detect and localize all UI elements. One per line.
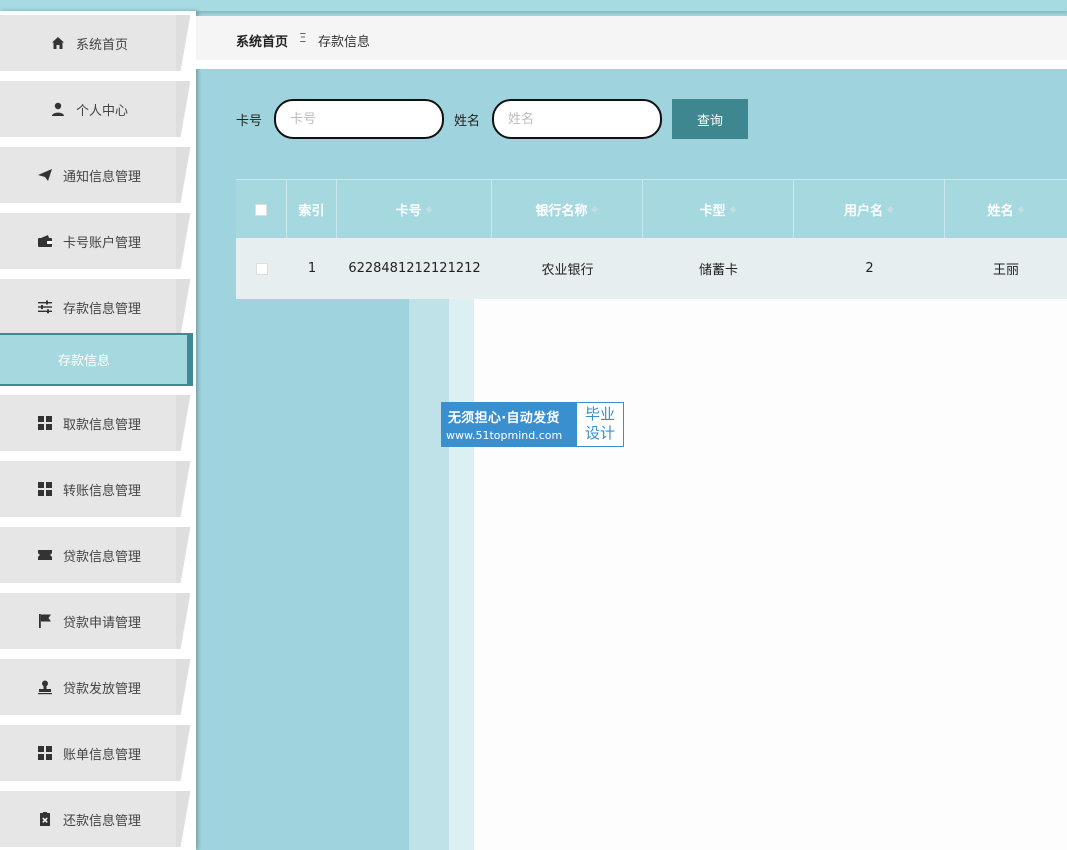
sidebar-item-label: 账单信息管理 (62, 747, 141, 763)
sort-icon[interactable]: ◆ (887, 205, 894, 215)
select-all-cell (236, 180, 287, 239)
top-bar (0, 0, 1067, 11)
cell-card-number: 6228481212121212 (348, 261, 481, 276)
card-number-input[interactable] (274, 99, 444, 139)
sidebar-item-label: 贷款申请管理 (62, 615, 141, 631)
sidebar-item-label: 个人中心 (75, 103, 128, 119)
name-label: 姓名 (454, 114, 481, 129)
table-row[interactable]: 1 6228481212121212 农业银行 储蓄卡 2 王丽 (236, 238, 1067, 299)
cell-bank-name: 农业银行 (541, 263, 594, 278)
breadcrumb-home[interactable]: 系统首页 (236, 31, 288, 50)
column-header-username[interactable]: 用户名 ◆ (794, 180, 945, 239)
stamp-icon (37, 679, 53, 695)
table-header: 索引 卡号 ◆ 银行名称 ◆ 卡型 ◆ 用户名 ◆ 姓名 ◆ (236, 179, 1067, 239)
column-header-card-number[interactable]: 卡号 ◆ (337, 180, 492, 239)
header-divider (196, 60, 1067, 69)
sidebar-item[interactable]: 个人中心 (0, 81, 195, 137)
flag-icon (37, 613, 53, 629)
sidebar-item[interactable]: 卡号账户管理 (0, 213, 195, 269)
sidebar-item[interactable]: 取款信息管理 (0, 395, 195, 451)
grid-icon (37, 745, 53, 761)
grid-icon (37, 481, 53, 497)
ticket-icon (37, 547, 53, 563)
sidebar-item-label: 还款信息管理 (62, 813, 141, 829)
sidebar-item-label: 卡号账户管理 (62, 235, 141, 251)
breadcrumb: 系统首页 Ξ 存款信息 (196, 16, 1067, 60)
sliders-icon (37, 299, 53, 315)
clipboard-x-icon (37, 811, 53, 827)
watermark-url: www.51topmind.com (446, 429, 563, 442)
sidebar-item[interactable]: 系统首页 (0, 15, 195, 71)
sidebar-item-label: 取款信息管理 (62, 417, 141, 433)
sidebar-subitem-deposit-info[interactable]: 存款信息 (0, 333, 193, 386)
watermark-slogan: 无须担心·自动发货 (448, 411, 560, 426)
sidebar-item[interactable]: 贷款申请管理 (0, 593, 195, 649)
user-icon (50, 101, 66, 117)
sidebar-subitem-label: 存款信息 (58, 354, 111, 369)
sidebar-item[interactable]: 还款信息管理 (0, 791, 195, 847)
column-header-bank-name[interactable]: 银行名称 ◆ (492, 180, 643, 239)
watermark-tag-2: 设计 (584, 424, 615, 442)
card-number-label: 卡号 (236, 114, 263, 129)
cell-card-type: 储蓄卡 (698, 263, 738, 278)
select-all-checkbox[interactable] (255, 203, 267, 216)
panel-decoration (409, 299, 449, 850)
sort-icon[interactable]: ◆ (730, 205, 737, 215)
table-panel (474, 299, 1067, 850)
sidebar-item-label: 通知信息管理 (62, 169, 141, 185)
sidebar-item[interactable]: 贷款信息管理 (0, 527, 195, 583)
panel-decoration (449, 299, 474, 850)
name-input[interactable] (492, 99, 662, 139)
watermark-badge: 无须担心·自动发货 www.51topmind.com 毕业 设计 (441, 402, 624, 447)
breadcrumb-separator: Ξ (299, 31, 307, 45)
sidebar-item[interactable]: 转账信息管理 (0, 461, 195, 517)
sidebar-item-label: 系统首页 (75, 37, 128, 53)
query-button[interactable]: 查询 (672, 99, 748, 139)
watermark-tag-1: 毕业 (584, 405, 615, 423)
sort-icon[interactable]: ◆ (592, 205, 599, 215)
column-header-card-type[interactable]: 卡型 ◆ (643, 180, 794, 239)
sidebar-item[interactable]: 账单信息管理 (0, 725, 195, 781)
column-header-index: 索引 (287, 180, 337, 239)
column-header-name[interactable]: 姓名 ◆ (945, 180, 1067, 239)
sort-icon[interactable]: ◆ (426, 205, 433, 215)
sidebar-item-label: 贷款发放管理 (62, 681, 141, 697)
sidebar-item-label: 贷款信息管理 (62, 549, 141, 565)
cell-name: 王丽 (992, 263, 1019, 278)
cell-index: 1 (307, 261, 317, 276)
sidebar-item[interactable]: 贷款发放管理 (0, 659, 195, 715)
sort-icon[interactable]: ◆ (1018, 205, 1025, 215)
sidebar-item[interactable]: 通知信息管理 (0, 147, 195, 203)
sidebar-item-label: 转账信息管理 (62, 483, 141, 499)
paper-plane-icon (37, 167, 53, 183)
sidebar-item[interactable]: 存款信息管理 (0, 279, 195, 335)
row-checkbox[interactable] (255, 262, 268, 275)
sidebar-item-label: 存款信息管理 (62, 301, 141, 317)
home-icon (50, 35, 66, 51)
wallet-icon (37, 233, 53, 249)
breadcrumb-current: 存款信息 (318, 35, 371, 50)
grid-icon (37, 415, 53, 431)
row-select-cell (236, 238, 287, 299)
sidebar: 系统首页个人中心通知信息管理 卡号账户管理 存款信息管理 取款信息管理 转账信息管理 贷款… (0, 11, 196, 850)
cell-username: 2 (865, 261, 874, 276)
